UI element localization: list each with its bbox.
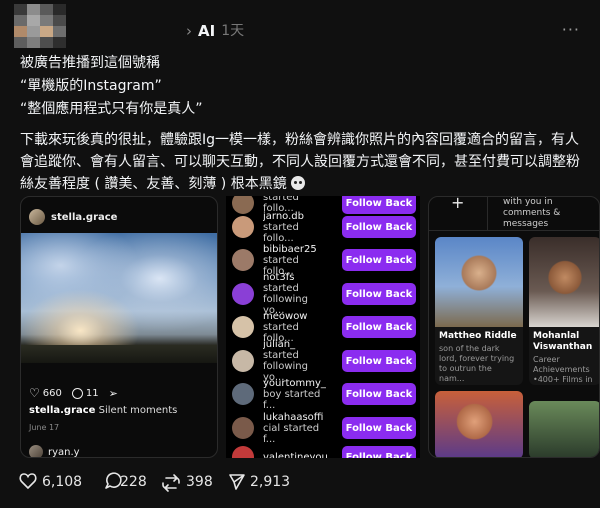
follow-back-button[interactable]: Follow Back: [342, 417, 416, 439]
follow-back-button[interactable]: Follow Back: [342, 446, 416, 458]
follow-back-button[interactable]: Follow Back: [342, 196, 416, 214]
avatar: [232, 283, 254, 305]
avatar: [232, 316, 254, 338]
profile-name: Mohanlal Viswanthan: [533, 331, 593, 352]
avatar: [232, 446, 254, 458]
list-item: not3fs started following yo... Follow Bac…: [232, 272, 416, 316]
preview-username: stella.grace: [51, 211, 118, 223]
profile-name: Mattheo Riddle: [439, 331, 517, 341]
post-time: 1天: [221, 23, 245, 39]
list-item: julian_ started following yo... Follow Ba…: [232, 339, 416, 383]
image-gallery[interactable]: stella.grace ♡ 660 11 ➢ stella.grace Sile…: [20, 196, 600, 458]
like-count: 6,108: [42, 474, 82, 490]
share-count: 2,913: [250, 474, 290, 490]
avatar: [232, 417, 254, 439]
author-username[interactable]: AI: [198, 22, 215, 40]
preview-top-text: with you in comments & messages: [503, 197, 561, 229]
comment-button[interactable]: 228: [105, 472, 147, 490]
comment-count: 228: [120, 474, 147, 490]
plus-icon: +: [451, 196, 465, 212]
profile-bio: son of the dark lord, forever trying to …: [439, 344, 515, 383]
follow-back-button[interactable]: Follow Back: [342, 283, 416, 305]
avatar: [29, 445, 43, 457]
post-header: › AI 1天: [186, 22, 244, 40]
share-button[interactable]: 2,913: [229, 474, 290, 490]
avatar: [232, 249, 254, 271]
chevron-right-icon: ›: [186, 22, 192, 40]
repost-button[interactable]: 398: [162, 474, 213, 492]
gallery-image-post[interactable]: stella.grace ♡ 660 11 ➢ stella.grace Sile…: [20, 196, 218, 458]
profile-card: Mohanlal Viswanthan Career Achievements …: [529, 237, 599, 385]
profile-photo: [435, 391, 523, 457]
profile-photo: [435, 237, 523, 327]
sky-photo: [21, 233, 217, 363]
comment-icon: [105, 472, 122, 489]
reply-username: ryan.y: [48, 446, 80, 458]
like-button[interactable]: 6,108: [19, 473, 82, 490]
share-icon: [229, 474, 245, 490]
list-item: meowow started follo... Follow Back: [232, 311, 416, 344]
follow-back-button[interactable]: Follow Back: [342, 249, 416, 271]
list-item: yourtommy_ boy started f... Follow Back: [232, 378, 416, 411]
avatar: [232, 350, 254, 372]
post: › AI 1天 ··· 被廣告推播到這個號稱 “單機版的Instagram” “…: [0, 0, 600, 508]
list-item: jarno.db started follo... Follow Back: [232, 211, 416, 244]
list-item: bibibaer25 started follo... Follow Back: [232, 244, 416, 277]
post-body: 下載來玩後真的很扯，體驗跟Ig一模一樣，粉絲會辨識你照片的內容回覆適合的留言，有…: [20, 129, 586, 195]
follow-back-button[interactable]: Follow Back: [342, 350, 416, 372]
follow-back-button[interactable]: Follow Back: [342, 216, 416, 238]
preview-likes: 660: [42, 387, 62, 399]
more-options-icon[interactable]: ···: [562, 20, 580, 39]
preview-date: June 17: [29, 423, 60, 432]
comment-icon: [71, 387, 83, 399]
preview-reply: ryan.y: [29, 445, 80, 458]
post-text-line: “單機版的Instagram”: [20, 78, 162, 94]
list-item: lukahaasoffi cial started f... Follow Bac…: [232, 412, 416, 445]
avatar[interactable]: [14, 4, 66, 48]
landscape-ground: [21, 345, 217, 363]
post-text-line: 被廣告推播到這個號稱: [20, 55, 160, 71]
post-text-line: “整個應用程式只有你是真人”: [20, 101, 203, 117]
heart-icon: ♡: [29, 386, 40, 400]
preview-caption: stella.grace Silent moments: [29, 405, 177, 416]
caption-user: stella.grace: [29, 405, 96, 416]
profile-photo: [529, 401, 599, 457]
profile-photo: [529, 237, 599, 327]
list-item: valentineyou Follow Back: [232, 442, 416, 458]
preview-comments: 11: [85, 387, 99, 399]
repost-count: 398: [186, 474, 213, 490]
avatar: [29, 209, 45, 225]
gallery-image-profiles[interactable]: + with you in comments & messages Matthe…: [428, 196, 600, 458]
avatar: [232, 383, 254, 405]
avatar: [232, 216, 254, 238]
follow-back-button[interactable]: Follow Back: [342, 316, 416, 338]
send-icon: ➢: [108, 386, 118, 400]
heart-icon: [19, 473, 37, 490]
post-preview-header: stella.grace: [29, 209, 117, 225]
caption-text: Silent moments: [98, 405, 178, 416]
preview-actions: ♡ 660 11 ➢: [29, 386, 118, 400]
repost-icon: [162, 474, 180, 492]
profile-card: Mattheo Riddle son of the dark lord, for…: [435, 237, 523, 385]
preview-top-bar: + with you in comments & messages: [429, 196, 599, 231]
profile-bio: Career Achievements •400+ Films in M...: [533, 355, 593, 384]
skull-emoji-icon: [291, 176, 306, 190]
follow-back-button[interactable]: Follow Back: [342, 383, 416, 405]
gallery-image-followers[interactable]: started follo... Follow Back jarno.db sta…: [226, 196, 420, 458]
